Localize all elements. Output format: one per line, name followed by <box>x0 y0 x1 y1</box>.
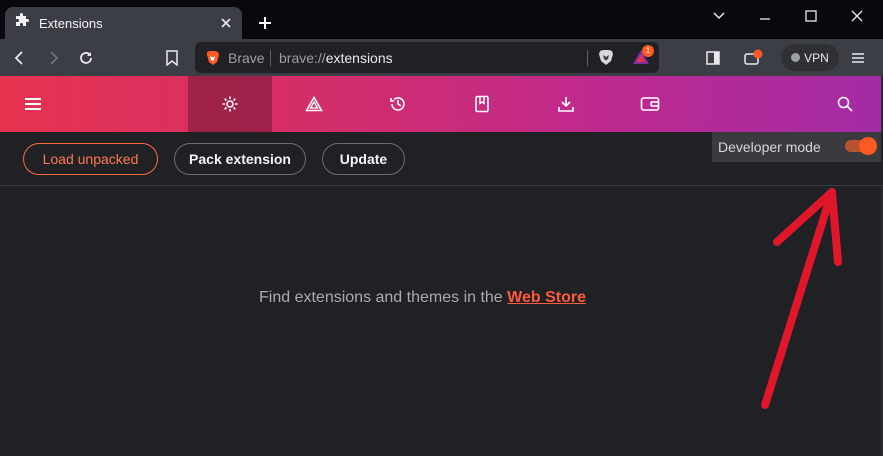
settings-navbar <box>0 76 881 132</box>
wallet-icon[interactable] <box>608 76 692 132</box>
tab-title: Extensions <box>39 15 103 31</box>
vpn-button[interactable]: VPN <box>781 44 839 71</box>
maximize-icon[interactable] <box>799 6 823 26</box>
tab-strip: Extensions <box>0 0 883 39</box>
vpn-label: VPN <box>804 50 829 65</box>
brave-label: Brave <box>228 50 265 66</box>
close-window-icon[interactable] <box>845 6 869 26</box>
separator <box>270 50 271 66</box>
developer-mode-toggle[interactable] <box>845 137 877 155</box>
reload-icon[interactable] <box>76 48 96 68</box>
history-icon[interactable] <box>356 76 440 132</box>
update-button[interactable]: Update <box>322 143 405 175</box>
gear-icon[interactable] <box>188 76 272 132</box>
annotation-arrow <box>761 188 842 409</box>
separator <box>587 50 588 66</box>
developer-mode-label: Developer mode <box>718 139 821 155</box>
sidebar-icon[interactable] <box>703 48 723 68</box>
tab-search-chevron-icon[interactable] <box>707 6 731 26</box>
brave-rewards-icon[interactable] <box>272 76 356 132</box>
wallet-toolbar-icon[interactable] <box>743 48 763 68</box>
pack-extension-button[interactable]: Pack extension <box>174 143 306 175</box>
puzzle-icon <box>14 12 30 34</box>
forward-icon[interactable] <box>43 48 63 68</box>
address-bar[interactable]: Brave brave://extensions 1 <box>195 42 659 73</box>
rewards-badge: 1 <box>642 45 654 57</box>
tab-extensions[interactable]: Extensions <box>5 7 242 39</box>
toggle-knob <box>859 137 877 155</box>
search-icon[interactable] <box>808 76 881 132</box>
menu-icon[interactable] <box>848 48 868 68</box>
developer-mode-control: Developer mode <box>712 132 881 162</box>
web-store-link[interactable]: Web Store <box>507 289 586 306</box>
bookmark-icon[interactable] <box>162 48 182 68</box>
close-tab-icon[interactable] <box>218 15 234 31</box>
bookmarks-icon[interactable] <box>440 76 524 132</box>
url-text: brave://extensions <box>279 50 393 66</box>
hamburger-icon[interactable] <box>0 76 66 132</box>
browser-toolbar: Brave brave://extensions 1 VPN <box>0 39 883 76</box>
brave-lion-icon <box>205 50 220 71</box>
downloads-icon[interactable] <box>524 76 608 132</box>
new-tab-icon[interactable] <box>256 14 274 32</box>
empty-state-text: Find extensions and themes in the <box>259 289 508 306</box>
load-unpacked-button[interactable]: Load unpacked <box>23 143 158 175</box>
brave-shields-icon[interactable] <box>598 49 614 71</box>
back-icon[interactable] <box>10 48 30 68</box>
brave-rewards-icon[interactable]: 1 <box>632 45 654 67</box>
vpn-status-icon <box>791 53 801 62</box>
minimize-icon[interactable] <box>753 6 777 26</box>
